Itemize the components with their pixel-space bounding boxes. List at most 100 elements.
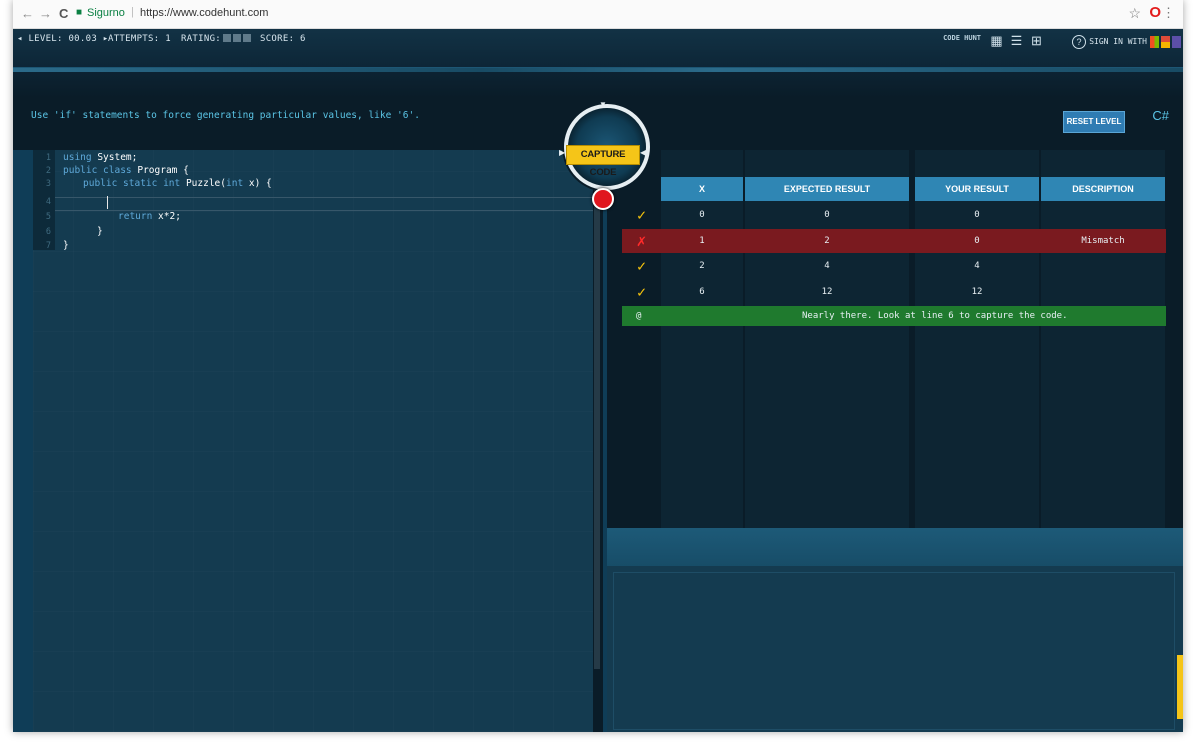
results-toolbar: RESET LEVEL C# [603,98,1183,150]
list-view-icon[interactable]: ☰ [1010,34,1023,47]
results-panel: X EXPECTED RESULT YOUR RESULT DESCRIPTIO… [607,150,1183,528]
code-hunt-game: ◂ LEVEL: 00.03 ▸ ATTEMPTS: 1 RATING: SCO… [13,29,1183,732]
line-number: 7 [45,241,51,251]
language-selector[interactable]: C# [1152,108,1169,123]
panel-divider [607,528,1183,566]
table-row: ✓ 2 4 4 [622,254,1166,278]
line-number: 1 [45,153,51,163]
cell-yours: 4 [974,261,980,271]
editor-background [33,150,593,732]
code-line-3: public static int Puzzle(int x) { [83,178,272,189]
score-label: SCORE: [260,34,295,44]
cell-expected: 12 [821,287,833,297]
code-line-6: } [97,226,103,237]
code-editor[interactable]: 1 2 3 4 5 6 7 using System; public class… [33,150,593,732]
header-expected: EXPECTED RESULT [745,177,909,201]
table-row: ✓ 6 12 12 [622,280,1166,304]
table-row: ✓ 0 0 0 [622,203,1166,227]
check-icon: ✓ [636,206,647,224]
line-number: 6 [45,227,51,237]
decorative-ribbon [13,68,1183,98]
code-line-7: } [63,240,69,251]
hint-message-row: @ Nearly there. Look at line 6 to captur… [622,306,1166,326]
microsoft-icon[interactable] [1150,36,1159,48]
capture-code-label[interactable]: CAPTURE CODE [566,145,640,178]
cell-yours: 0 [974,210,980,220]
level-value: 00.03 [68,34,98,44]
rating-bar [223,34,232,42]
tile-view-icon[interactable]: ⊞ [1030,34,1043,47]
cell-description [1041,254,1165,278]
sign-in-label: SIGN IN WITH [1089,37,1147,46]
cell-x: 0 [699,210,705,220]
line-number: 4 [45,197,51,207]
cell-x: 6 [699,287,705,297]
code-line-2: public class Program { [63,165,189,176]
feedback-tab[interactable] [1177,655,1183,719]
line-number: 3 [45,179,51,189]
editor-scrollbar[interactable] [594,179,600,669]
score-value: 6 [300,34,306,44]
message-icon: @ [636,311,642,321]
back-icon[interactable]: ← [21,6,34,21]
secure-label: Sigurno [87,7,125,19]
level-label: LEVEL: [28,34,63,44]
output-panel [607,566,1183,732]
google-icon[interactable] [1161,36,1170,48]
attempts-value: 1 [165,34,171,44]
code-hunt-logo[interactable]: CODE HUNT [943,35,981,42]
message-text: Nearly there. Look at line 6 to capture … [802,311,1068,321]
cell-expected: 2 [824,236,830,246]
attempts: ATTEMPTS: 1 [108,34,171,44]
output-area [613,572,1175,730]
browser-menu-icon[interactable]: ⋮ [1162,5,1175,21]
cell-expected: 0 [824,210,830,220]
hint-bar: Use 'if' statements to force generating … [13,98,603,150]
code-line-1: using System; [63,152,138,163]
cell-description [1041,280,1165,304]
ribbon-stripe [13,68,1183,72]
dial-top-marker-icon: ▼ [599,100,607,109]
bookmark-star-icon[interactable]: ☆ [1128,5,1141,22]
cell-yours: 0 [974,236,980,246]
address-bar[interactable]: https://www.codehunt.com [140,7,268,19]
rating-bar [243,34,252,42]
hint-text: Use 'if' statements to force generating … [31,110,420,121]
level-indicator[interactable]: ◂ LEVEL: 00.03 ▸ [17,34,109,44]
opera-icon[interactable]: O [1149,4,1161,21]
cell-expected: 4 [824,261,830,271]
header-x: X [661,177,743,201]
yahoo-icon[interactable] [1172,36,1181,48]
cell-description: Mismatch [1081,236,1125,246]
rating-bar [233,34,242,42]
text-cursor [107,196,108,209]
header-description: DESCRIPTION [1041,177,1165,201]
line-number: 5 [45,212,51,222]
check-icon: ✓ [636,257,647,275]
check-icon: ✓ [636,283,647,301]
grid-view-icon[interactable]: ▦ [990,34,1003,47]
cell-x: 2 [699,261,705,271]
forward-icon[interactable]: → [39,6,52,21]
table-row: ✗ 1 2 0 Mismatch [622,229,1166,253]
rating-label: RATING: [181,34,222,44]
status-bar: ◂ LEVEL: 00.03 ▸ ATTEMPTS: 1 RATING: SCO… [13,29,1183,68]
header-your-result: YOUR RESULT [915,177,1039,201]
current-line-highlight [55,197,593,211]
help-icon[interactable]: ? [1072,35,1086,49]
browser-window: ← → C ■ Sigurno | https://www.codehunt.c… [13,0,1183,732]
dial-right-marker-icon: ◀ [640,148,647,157]
cell-description [1041,203,1165,227]
cell-x: 1 [699,236,705,246]
cross-icon: ✗ [636,231,647,250]
reset-level-button[interactable]: RESET LEVEL [1063,111,1125,133]
line-number: 2 [45,166,51,176]
cell-yours: 12 [971,287,983,297]
lock-icon: ■ [76,7,83,18]
browser-toolbar: ← → C ■ Sigurno | https://www.codehunt.c… [13,0,1183,29]
dial-left-marker-icon: ▶ [559,148,566,157]
score: SCORE: 6 [260,34,306,44]
divider: | [131,6,134,18]
code-line-5: return x*2; [118,211,181,222]
reload-icon[interactable]: C [59,6,68,21]
